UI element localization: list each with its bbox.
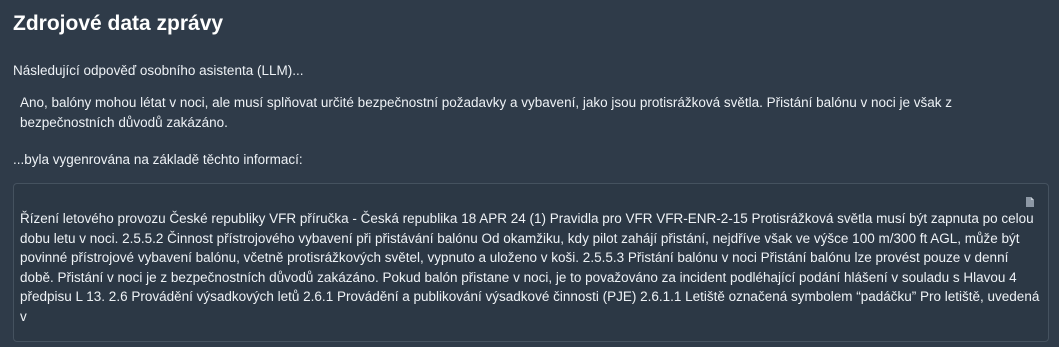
- intro-text: Následující odpověď osobního asistenta (…: [13, 63, 304, 78]
- message-source-panel: Zdrojové data zprávy Následující odpověď…: [0, 0, 1059, 347]
- assistant-answer: Ano, balóny mohou létat v noci, ale musí…: [20, 95, 953, 130]
- basis-text: ...byla vygenrována na základě těchto in…: [13, 152, 303, 167]
- document-icon[interactable]: [1026, 194, 1034, 207]
- document-icon-graphic: [1026, 197, 1034, 207]
- source-document-text: Řízení letového provozu České republiky …: [20, 211, 1040, 324]
- panel-title: Zdrojové data zprávy: [13, 12, 224, 35]
- source-document-box: Řízení letového provozu České republiky …: [13, 183, 1049, 342]
